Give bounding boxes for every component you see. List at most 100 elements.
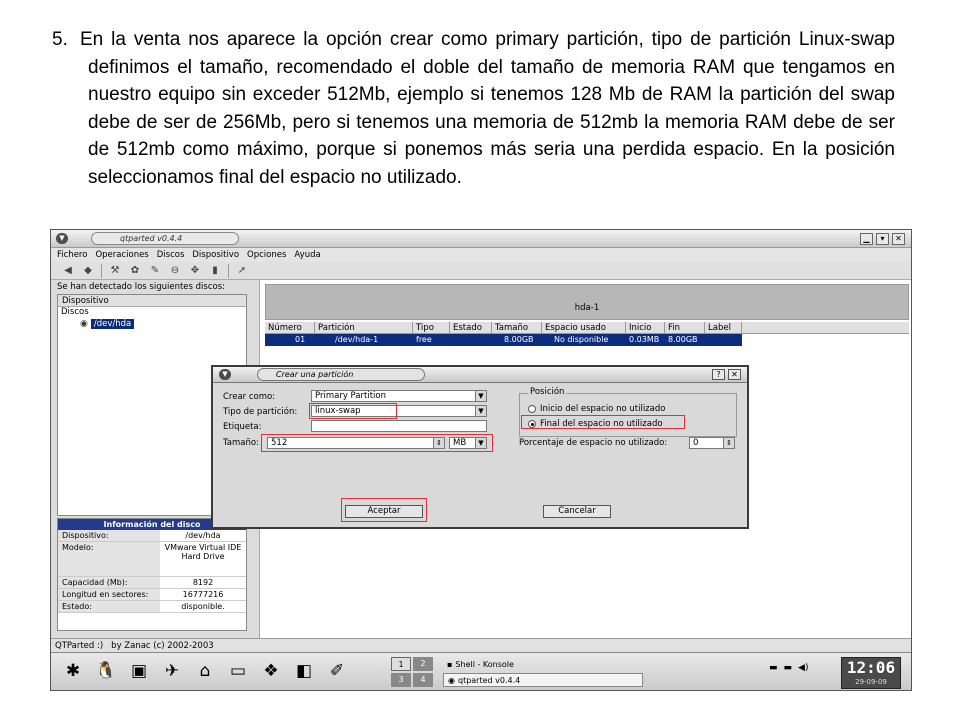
col-fin[interactable]: Fin [665,322,705,333]
trash-icon[interactable]: ▮ [208,265,222,277]
col-tamano[interactable]: Tamaño [492,322,542,333]
cell-tipo: free [416,335,432,344]
disk-info-value: 16777216 [182,590,224,599]
menu-fichero[interactable]: Fichero [57,250,87,260]
status-right: by Zanac (c) 2002-2003 [111,640,214,651]
disk-map[interactable]: hda-1 [265,284,909,320]
device-tree-header[interactable]: Dispositivo [58,295,246,307]
instruction-text: En la venta nos aparece la opción crear … [80,29,895,188]
col-tipo[interactable]: Tipo [413,322,450,333]
help-icon[interactable]: ✈ [160,659,184,683]
step-number: 5. [52,29,68,50]
delete-icon[interactable]: ⊖ [168,265,182,277]
instruction-paragraph: 5. En la venta nos aparece la opción cre… [52,26,895,192]
task-konsole[interactable]: ▪ Shell - Konsole [443,657,643,671]
radio-icon [528,405,536,413]
menu-discos[interactable]: Discos [157,250,185,260]
minimize-icon[interactable]: ▁ [860,233,873,245]
crear-como-select[interactable]: Primary Partition ▼ [311,390,487,402]
flag-icon[interactable]: ▬ [769,663,778,673]
device-label: /dev/hda [90,319,135,329]
tux-icon[interactable]: 🐧 [94,659,118,683]
highlight-accept [341,498,427,522]
menu-operaciones[interactable]: Operaciones [95,250,148,260]
window-title: qtparted v0.4.4 [120,234,183,243]
home-icon[interactable]: ⌂ [193,659,217,683]
highlight-final [521,415,685,429]
tipo-particion-label: Tipo de partición: [223,407,298,417]
tools-icon[interactable]: ⚒ [108,265,122,277]
toolbar: ◀ ◆ ⚒ ✿ ✎ ⊖ ✥ ▮ ➚ [51,262,911,280]
desktop-2[interactable]: 2 [413,657,433,671]
col-inicio[interactable]: Inicio [626,322,665,333]
window-titlebar: ▼ qtparted v0.4.4 ▁ ▾ ✕ [51,230,911,248]
toolbar-separator [101,263,102,278]
move-icon[interactable]: ✥ [188,265,202,277]
help-icon[interactable]: ? [712,369,725,380]
menu-ayuda[interactable]: Ayuda [294,250,320,260]
etiqueta-input[interactable] [311,420,487,432]
cell-estado [450,334,492,346]
toolbar-separator [228,263,229,278]
tamano-label: Tamaño: [223,438,259,448]
desktop-1[interactable]: 1 [391,657,411,671]
system-tray: ▬ ▬ ◀) [769,663,808,673]
task-qtparted[interactable]: ◉ qtparted v0.4.4 [443,673,643,687]
cell-numero: 01 [295,335,306,344]
terminal-icon[interactable]: ▣ [127,659,151,683]
edit-icon[interactable]: ✎ [148,265,162,277]
maximize-icon[interactable]: ▾ [876,233,889,245]
col-estado[interactable]: Estado [450,322,492,333]
format-icon[interactable]: ✿ [128,265,142,277]
col-numero[interactable]: Número [265,322,315,333]
etiqueta-label: Etiqueta: [223,422,262,432]
col-particion[interactable]: Partición [315,322,413,333]
desktop-pager: 1 2 3 4 [391,657,433,687]
cancel-button[interactable]: Cancelar [543,505,611,518]
create-partition-dialog: ▼ Crear una partición ? ✕ Crear como: Pr… [211,365,749,529]
desktop-3[interactable]: 3 [391,673,411,687]
menu-dispositivo[interactable]: Dispositivo [192,250,239,260]
table-row[interactable]: 01 /dev/hda-1 free 8.00GB No disponible … [265,334,742,346]
window-menu-icon[interactable]: ▼ [56,233,68,244]
flag-icon[interactable]: ▬ [784,663,793,673]
dialog-title: Crear una partición [257,368,425,381]
porcentaje-label: Porcentaje de espacio no utilizado: [519,438,668,448]
radio-inicio[interactable]: Inicio del espacio no utilizado [528,404,665,414]
close-icon[interactable]: ✕ [892,233,905,245]
device-item-hda[interactable]: ◉ /dev/hda [80,319,135,329]
whats-this-icon[interactable]: ➚ [235,265,249,277]
disk-info-value: VMware Virtual IDE Hard Drive [164,543,242,561]
spinner-icon: ⇕ [723,438,734,448]
redo-icon[interactable]: ◆ [81,265,95,277]
clock-date: 29-09-09 [855,678,887,686]
kde-menu-icon[interactable]: ✱ [61,659,85,683]
monitor-icon[interactable]: ▭ [226,659,250,683]
clock[interactable]: 12:06 29-09-09 [841,657,901,689]
volume-icon[interactable]: ◀) [798,663,808,673]
browser-icon[interactable]: ❖ [259,659,283,683]
cell-inicio: 0.03MB [629,335,660,344]
undo-icon[interactable]: ◀ [61,265,75,277]
menu-opciones[interactable]: Opciones [247,250,286,260]
disk-info-panel: Información del disco Dispositivo: /dev/… [57,518,247,631]
menu-bar: Fichero Operaciones Discos Dispositivo O… [51,248,911,262]
porcentaje-spinbox[interactable]: 0 ⇕ [689,437,735,449]
highlight-tipo [309,403,397,419]
close-icon[interactable]: ✕ [728,369,741,380]
disk-info-key: Dispositivo: [58,530,160,541]
kde-taskbar: ✱ 🐧 ▣ ✈ ⌂ ▭ ❖ ◧ ✐ 1 2 3 4 ▪ Shell - Kons… [51,652,911,690]
disk-info-value: /dev/hda [185,531,221,540]
edit-icon[interactable]: ✐ [325,659,349,683]
desktop-4[interactable]: 4 [413,673,433,687]
disk-info-row: Estado: disponible. [58,601,246,613]
col-label[interactable]: Label [705,322,742,333]
task-label: Shell - Konsole [455,659,514,669]
status-bar: QTParted :) by Zanac (c) 2002-2003 [51,638,911,652]
partition-table-header: Número Partición Tipo Estado Tamaño Espa… [265,322,909,334]
device-group-discos[interactable]: Discos [58,307,246,318]
dialog-menu-icon[interactable]: ▼ [219,369,231,380]
col-espacio-usado[interactable]: Espacio usado [542,322,626,333]
office-icon[interactable]: ◧ [292,659,316,683]
chevron-down-icon: ▼ [475,406,486,416]
